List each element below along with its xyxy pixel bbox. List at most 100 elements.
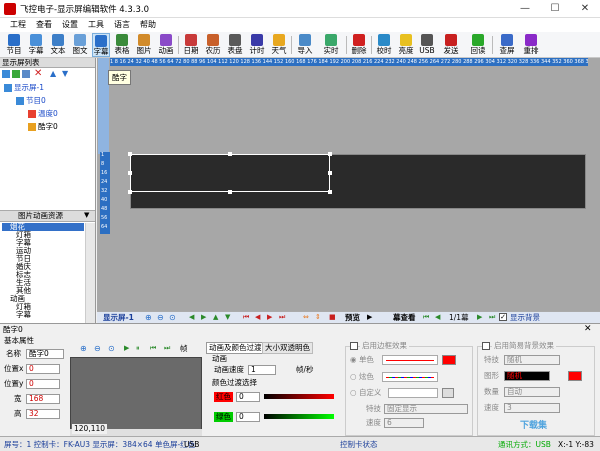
arrow-left-icon[interactable]: ◀ bbox=[189, 313, 194, 321]
toolbar-button-readback[interactable]: 回读 bbox=[466, 33, 490, 57]
align-icon[interactable]: ⇔ bbox=[303, 313, 309, 321]
toolbar-button-picture[interactable]: 图片 bbox=[134, 33, 154, 57]
stop-icon[interactable]: ■ bbox=[329, 313, 336, 321]
arrow-right-icon[interactable]: ▶ bbox=[201, 313, 206, 321]
menu-help[interactable]: 帮助 bbox=[138, 19, 158, 30]
speed2-dropdown[interactable]: 3 bbox=[504, 403, 560, 413]
add-program-icon[interactable] bbox=[12, 70, 20, 78]
align-v-icon[interactable]: ⇕ bbox=[315, 313, 321, 321]
custom-edit-icon[interactable] bbox=[442, 388, 454, 398]
move-up-icon[interactable]: ▲ bbox=[50, 69, 56, 78]
toolbar-button-clock-dial[interactable]: 表盘 bbox=[225, 33, 245, 57]
resize-handle[interactable] bbox=[228, 152, 232, 156]
resize-handle[interactable] bbox=[328, 190, 332, 194]
toolbar-button-import[interactable]: 导入 bbox=[294, 33, 316, 57]
toolbar-button-delete[interactable]: 删除 bbox=[349, 33, 369, 57]
resource-item[interactable]: 灯箱 bbox=[2, 303, 84, 311]
resource-dropdown-icon[interactable]: ▼ bbox=[84, 211, 89, 219]
resource-item[interactable]: 节日 bbox=[2, 255, 84, 263]
enable-simple-bg-checkbox[interactable] bbox=[482, 342, 490, 350]
multi-color-radio[interactable]: ○ 炫色 bbox=[350, 372, 374, 382]
play-icon[interactable]: ▶ bbox=[367, 313, 372, 321]
preview-zoom-in-icon[interactable]: ⊕ bbox=[80, 344, 87, 353]
menu-project[interactable]: 工程 bbox=[8, 19, 28, 30]
fx2-dropdown[interactable]: 随机 bbox=[504, 355, 560, 365]
toolbar-button-timer[interactable]: 计时 bbox=[247, 33, 267, 57]
width-field[interactable]: 168 bbox=[26, 394, 60, 404]
selected-element-frame[interactable] bbox=[130, 154, 330, 192]
multi-border-style[interactable] bbox=[382, 372, 438, 382]
height-field[interactable]: 32 bbox=[26, 409, 60, 419]
toolbar-button-subtitle[interactable]: 字幕 bbox=[26, 33, 46, 57]
screen-settings-icon[interactable] bbox=[22, 70, 30, 78]
tree-item[interactable]: 酷字0 bbox=[4, 122, 94, 132]
pos-x-field[interactable]: 0 bbox=[26, 364, 60, 374]
resource-item[interactable]: 烟花 bbox=[2, 223, 84, 231]
zoom-fit-icon[interactable]: ⊙ bbox=[169, 313, 176, 322]
resource-item[interactable]: 动画 bbox=[2, 295, 84, 303]
custom-radio[interactable]: ○ 自定义 bbox=[350, 388, 381, 398]
toolbar-button-find-screen[interactable]: 查屏 bbox=[495, 33, 519, 57]
pos-y-field[interactable]: 0 bbox=[26, 379, 60, 389]
resize-handle[interactable] bbox=[128, 171, 132, 175]
toolbar-button-brightness[interactable]: 亮度 bbox=[396, 33, 416, 57]
name-field[interactable]: 酷字0 bbox=[26, 349, 64, 359]
red-field[interactable]: 0 bbox=[236, 392, 260, 402]
count-dropdown[interactable]: 自动 bbox=[504, 387, 560, 397]
resource-item[interactable]: 字幕 bbox=[2, 311, 84, 319]
page-first-icon[interactable]: ⏮ bbox=[423, 313, 429, 322]
prev-icon[interactable]: ◀ bbox=[255, 313, 260, 321]
resource-item[interactable]: 灯箱 bbox=[2, 231, 84, 239]
preview-fit-icon[interactable]: ⊙ bbox=[108, 344, 115, 353]
toolbar-button-rearrange[interactable]: 重排 bbox=[521, 33, 541, 57]
resource-item[interactable]: 标志 bbox=[2, 271, 84, 279]
page-last-icon[interactable]: ⏭ bbox=[489, 313, 495, 322]
toolbar-button-lunar[interactable]: 农历 bbox=[203, 33, 223, 57]
show-bg-checkbox[interactable]: ✓ bbox=[499, 313, 507, 321]
shape-dropdown[interactable]: 随机 bbox=[504, 371, 550, 381]
tab-size-transparency[interactable]: 大小双透明色 bbox=[262, 342, 313, 354]
zoom-out-icon[interactable]: ⊖ bbox=[157, 313, 164, 322]
resize-handle[interactable] bbox=[128, 152, 132, 156]
menu-view[interactable]: 查看 bbox=[34, 19, 54, 30]
toolbar-button-program[interactable]: 节目 bbox=[4, 33, 24, 57]
tree-item[interactable]: 节目0 bbox=[4, 96, 94, 106]
toolbar-button-animation[interactable]: 动画 bbox=[156, 33, 176, 57]
toolbar-button-sync-time[interactable]: 校时 bbox=[374, 33, 394, 57]
tree-item[interactable]: 温度0 bbox=[4, 109, 94, 119]
shape-color-swatch[interactable] bbox=[568, 371, 582, 381]
resize-handle[interactable] bbox=[228, 190, 232, 194]
move-down-icon[interactable]: ▼ bbox=[62, 69, 68, 78]
fx-speed-dropdown[interactable]: 6 bbox=[384, 418, 424, 428]
toolbar-button-table[interactable]: 表格 bbox=[112, 33, 132, 57]
red-slider[interactable] bbox=[264, 394, 334, 399]
preview-button[interactable]: 预览 bbox=[345, 313, 360, 323]
preview-zoom-out-icon[interactable]: ⊖ bbox=[94, 344, 101, 353]
preview-prev-icon[interactable]: ⏮ bbox=[150, 344, 156, 353]
menu-tools[interactable]: 工具 bbox=[86, 19, 106, 30]
resize-handle[interactable] bbox=[128, 190, 132, 194]
menu-language[interactable]: 语言 bbox=[112, 19, 132, 30]
preview-play-icon[interactable]: ▶ bbox=[124, 344, 129, 352]
delete-icon[interactable]: ✕ bbox=[34, 68, 42, 79]
resource-item[interactable]: 婚庆 bbox=[2, 263, 84, 271]
custom-border-style[interactable] bbox=[388, 388, 438, 398]
tree-item[interactable]: 显示屏-1 bbox=[4, 83, 94, 93]
toolbar-button-weather[interactable]: 天气 bbox=[269, 33, 289, 57]
arrow-up-icon[interactable]: ▲ bbox=[213, 313, 218, 321]
toolbar-button-date[interactable]: 日期 bbox=[181, 33, 201, 57]
menu-settings[interactable]: 设置 bbox=[60, 19, 80, 30]
single-border-style[interactable] bbox=[382, 355, 438, 365]
resource-item[interactable]: 生活 bbox=[2, 279, 84, 287]
tab-animation-color[interactable]: 动画及颜色过渡 bbox=[206, 342, 265, 354]
enable-border-checkbox[interactable] bbox=[350, 342, 358, 350]
first-icon[interactable]: ⏮ bbox=[243, 313, 249, 322]
toolbar-button-text[interactable]: 文本 bbox=[48, 33, 68, 57]
toolbar-button-usb[interactable]: USB bbox=[418, 33, 436, 57]
page-next-icon[interactable]: ▶ bbox=[477, 313, 482, 321]
last-icon[interactable]: ⏭ bbox=[279, 313, 285, 322]
add-screen-icon[interactable] bbox=[2, 70, 10, 78]
resource-scrollbar[interactable] bbox=[85, 223, 95, 323]
green-field[interactable]: 0 bbox=[236, 412, 260, 422]
page-prev-icon[interactable]: ◀ bbox=[435, 313, 440, 321]
